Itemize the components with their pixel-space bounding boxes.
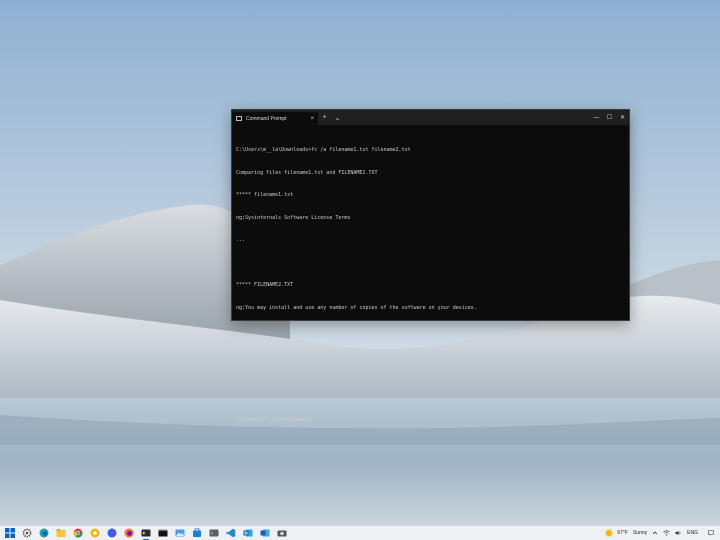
weather-temp[interactable]: 67°F (617, 530, 628, 536)
command-prompt-window[interactable]: Command Prompt × + ⌄ — ☐ ✕ C:\Users\m__l… (231, 109, 630, 423)
volume-icon[interactable] (675, 530, 682, 536)
console-line: ***** FILENAME2.TXT (236, 282, 294, 288)
maximize-button[interactable]: ☐ (603, 110, 616, 125)
system-tray: 67°F Sunny ENG (606, 530, 720, 536)
console-line: Comparing files filename1.txt and FILENA… (236, 169, 378, 176)
tab-title: Command Prompt (246, 115, 287, 122)
console-line: ***** (236, 349, 252, 356)
sun-icon[interactable] (606, 530, 613, 536)
console-line: ng;You may install and use any number of… (236, 304, 477, 311)
taskbar: 67°F Sunny ENG (0, 525, 720, 540)
console-line: ***** filename1.txt (236, 192, 294, 198)
weather-text[interactable]: Sunny (633, 530, 647, 536)
chrome-icon[interactable] (72, 527, 84, 539)
window-titlebar[interactable]: Command Prompt × + ⌄ — ☐ ✕ (232, 110, 629, 125)
tab-close-icon[interactable]: × (310, 116, 314, 122)
minimize-button[interactable]: — (590, 110, 603, 125)
terminal-icon (236, 116, 242, 121)
new-tab-button[interactable]: + (318, 110, 331, 125)
tab-dropdown-icon[interactable]: ⌄ (331, 110, 344, 125)
notification-icon[interactable] (708, 530, 714, 536)
console-output[interactable]: C:\Users\m__la\Downloads>fc /a filename1… (232, 125, 629, 447)
chevron-up-icon[interactable] (652, 530, 658, 536)
chrome-canary-icon[interactable] (89, 527, 101, 539)
console-line: ... (236, 237, 246, 243)
console-line: C:\Users\m__la\Downloads>fc /a filename1… (236, 147, 411, 153)
console-line: ng;Sysinternals Software License Terms (236, 214, 351, 221)
word-icon[interactable] (259, 527, 271, 539)
photos-icon[interactable] (174, 527, 186, 539)
outlook-icon[interactable] (242, 527, 254, 539)
firefox-icon[interactable] (123, 527, 135, 539)
firefox-developer-icon[interactable] (106, 527, 118, 539)
vscode-icon[interactable] (225, 527, 237, 539)
settings-gear-icon[interactable] (21, 527, 33, 539)
close-button[interactable]: ✕ (616, 110, 629, 125)
windows-logo-icon[interactable] (4, 527, 16, 539)
command-prompt-icon[interactable] (157, 527, 169, 539)
tab-command-prompt[interactable]: Command Prompt × (232, 112, 318, 125)
terminal-preview-icon[interactable] (208, 527, 220, 539)
language-indicator[interactable]: ENG (687, 530, 698, 536)
edge-icon[interactable] (38, 527, 50, 539)
store-icon[interactable] (191, 527, 203, 539)
wifi-icon[interactable] (663, 530, 670, 536)
camera-icon[interactable] (276, 527, 288, 539)
windows-terminal-icon[interactable] (140, 527, 152, 540)
file-explorer-icon[interactable] (55, 527, 67, 539)
console-prompt: C:\Users\m__la\Downloads> (236, 417, 312, 423)
